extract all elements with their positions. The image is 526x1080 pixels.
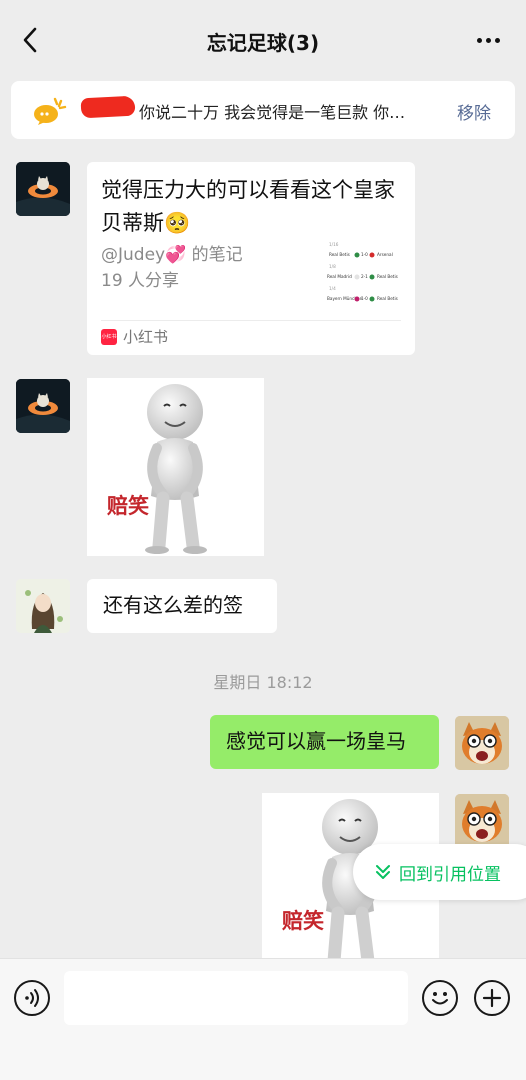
cat-avatar-icon — [16, 162, 70, 216]
redacted-sender-name — [80, 95, 136, 119]
fixture-list-thumbnail: 1/16 Real Betis 1-0 Arsenal 1/8 Real Mad… — [327, 242, 398, 302]
svg-text:1/16: 1/16 — [329, 242, 339, 247]
emoji-icon — [432, 992, 448, 1005]
message-text: 还有这么差的签 — [103, 593, 243, 617]
card-thumbnail: 1/16 Real Betis 1-0 Arsenal 1/8 Real Mad… — [327, 242, 403, 326]
more-button[interactable] — [472, 26, 504, 54]
chat-title: 忘记足球(3) — [206, 31, 320, 55]
fixture-home: Real Betis — [329, 252, 350, 257]
divider — [101, 320, 401, 321]
avatar[interactable] — [16, 162, 70, 216]
fixture-away: Real Betis — [377, 274, 398, 279]
input-bar — [0, 958, 526, 1080]
message-input[interactable] — [64, 971, 408, 1025]
jump-to-quote-label: 回到引用位置 — [399, 864, 501, 885]
sticker-caption: 赔笑 — [282, 909, 324, 933]
my-message-bubble[interactable]: 感觉可以赢一场皇马 — [210, 715, 439, 769]
plus-button[interactable] — [474, 980, 510, 1016]
card-author: @Judey💞 的笔记 — [101, 245, 243, 265]
fixture-score: 1-0 — [361, 252, 368, 257]
top-bar: 忘记足球(3) — [0, 0, 526, 80]
double-chevron-down-icon — [376, 865, 390, 879]
fixture-score: 1-0 — [361, 296, 368, 301]
message-bubble[interactable]: 还有这么差的签 — [87, 579, 277, 633]
fixture-away: Arsenal — [377, 252, 393, 257]
card-share-count: 19 人分享 — [101, 271, 180, 291]
timestamp: 星期日 18:12 — [213, 673, 313, 692]
shared-note-card[interactable]: 觉得压力大的可以看看这个皇家贝蒂斯🥺 @Judey💞 的笔记 19 人分享 1/… — [87, 162, 415, 355]
card-meta: @Judey💞 的笔记 19 人分享 — [101, 242, 243, 294]
bulb-chat-icon — [34, 97, 67, 125]
avatar[interactable] — [16, 579, 70, 633]
pinned-message-text: 你说二十万 我会觉得是一笔巨款 你… — [139, 103, 406, 122]
xiaohongshu-logo-icon: 小红书 — [101, 328, 117, 345]
chipmunk-avatar-icon — [455, 716, 509, 770]
ellipsis-icon — [476, 37, 482, 43]
card-title: 觉得压力大的可以看看这个皇家贝蒂斯🥺 — [101, 178, 395, 235]
pinned-message-bar[interactable]: 你说二十万 我会觉得是一笔巨款 你… 移除 — [11, 81, 515, 139]
emoji-button[interactable] — [422, 980, 458, 1016]
remove-pin-button[interactable]: 移除 — [457, 99, 491, 124]
my-avatar[interactable] — [455, 794, 509, 848]
chipmunk-avatar-icon — [455, 794, 509, 848]
sticker-message[interactable]: 赔笑 — [87, 378, 264, 556]
card-source-name: 小红书 — [123, 328, 169, 346]
message-list[interactable]: 觉得压力大的可以看看这个皇家贝蒂斯🥺 @Judey💞 的笔记 19 人分享 1/… — [0, 150, 526, 960]
my-avatar[interactable] — [455, 716, 509, 770]
card-source: 小红书 小红书 — [101, 326, 168, 347]
fixture-score: 2-1 — [361, 274, 368, 279]
jump-to-quote-button[interactable]: 回到引用位置 — [353, 844, 526, 900]
message-text: 感觉可以赢一场皇马 — [226, 729, 406, 753]
fixture-home: Real Madrid — [327, 274, 352, 279]
grinning-figure-sticker — [145, 384, 207, 554]
plus-icon — [482, 988, 502, 1008]
svg-text:1/8: 1/8 — [329, 264, 336, 269]
fixture-away: Real Betis — [377, 296, 398, 301]
sticker-caption: 赔笑 — [107, 494, 149, 518]
svg-text:1/4: 1/4 — [329, 286, 336, 291]
voice-icon — [25, 989, 39, 1007]
voice-button[interactable] — [14, 980, 50, 1016]
avatar[interactable] — [16, 379, 70, 433]
cat-avatar-icon — [16, 379, 70, 433]
girl-avatar-icon — [16, 579, 70, 633]
